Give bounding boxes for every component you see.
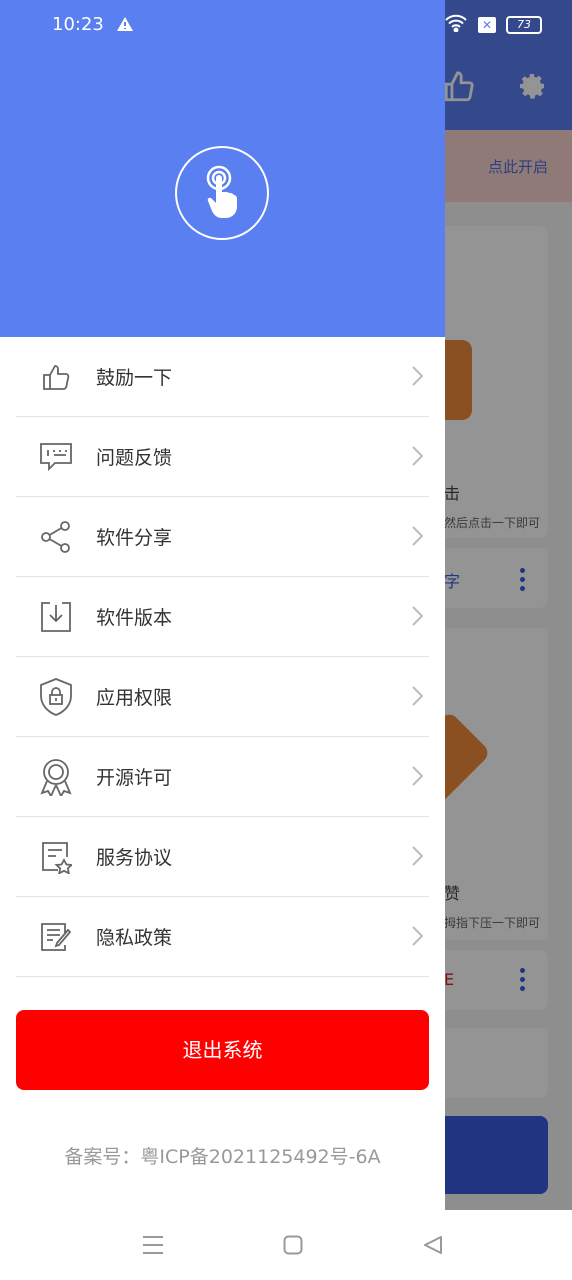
menu-item-privacy[interactable]: 隐私政策 (16, 897, 429, 977)
tap-finger-icon (206, 165, 237, 218)
shield-lock-icon (38, 677, 74, 716)
menu-item-share[interactable]: 软件分享 (16, 497, 429, 577)
menu-item-label: 应用权限 (96, 687, 173, 709)
status-time: 10:23 (52, 14, 104, 35)
menu-item-encourage[interactable]: 鼓励一下 (16, 337, 429, 417)
chevron-right-icon (411, 765, 425, 791)
menu-item-agreement[interactable]: 服务协议 (16, 817, 429, 897)
drawer-menu: 鼓励一下 问题反馈 软件分享 软件版本 应用权限 开源许可 服务协议 隐私政策 (0, 337, 445, 977)
menu-item-label: 服务协议 (96, 847, 173, 869)
navigation-drawer: 鼓励一下 问题反馈 软件分享 软件版本 应用权限 开源许可 服务协议 隐私政策 … (0, 0, 445, 1210)
menu-item-label: 问题反馈 (96, 447, 173, 469)
thumbs-up-icon (38, 359, 74, 395)
chevron-right-icon (411, 925, 425, 951)
download-box-icon (38, 599, 74, 635)
status-bar: 10:23 ✕ 73 (0, 0, 572, 52)
chevron-right-icon (411, 845, 425, 871)
sim-off-icon: ✕ (478, 17, 496, 33)
award-icon (38, 758, 74, 796)
document-edit-icon (38, 919, 74, 955)
menu-item-label: 开源许可 (96, 767, 173, 789)
document-star-icon (38, 839, 74, 875)
menu-item-license[interactable]: 开源许可 (16, 737, 429, 817)
menu-item-permissions[interactable]: 应用权限 (16, 657, 429, 737)
share-icon (38, 519, 74, 555)
avatar[interactable] (175, 146, 269, 240)
chevron-right-icon (411, 445, 425, 471)
chevron-right-icon (411, 525, 425, 551)
warning-icon (116, 16, 134, 36)
menu-item-label: 软件分享 (96, 527, 173, 549)
home-icon[interactable] (280, 1232, 306, 1258)
back-icon[interactable] (420, 1232, 446, 1258)
system-nav-bar (0, 1210, 572, 1280)
chevron-right-icon (411, 605, 425, 631)
icp-record-text: 备案号：粤ICP备2021125492号-6A (64, 1146, 381, 1168)
wifi-icon (444, 14, 468, 36)
chevron-right-icon (411, 365, 425, 391)
menu-item-label: 鼓励一下 (96, 367, 173, 389)
battery-indicator: 73 (506, 16, 542, 34)
feedback-icon (38, 439, 74, 475)
menu-item-label: 隐私政策 (96, 927, 173, 949)
menu-icon[interactable] (140, 1232, 166, 1258)
menu-item-label: 软件版本 (96, 607, 173, 629)
logout-button[interactable]: 退出系统 (16, 1010, 429, 1090)
chevron-right-icon (411, 685, 425, 711)
menu-item-feedback[interactable]: 问题反馈 (16, 417, 429, 497)
menu-item-version[interactable]: 软件版本 (16, 577, 429, 657)
